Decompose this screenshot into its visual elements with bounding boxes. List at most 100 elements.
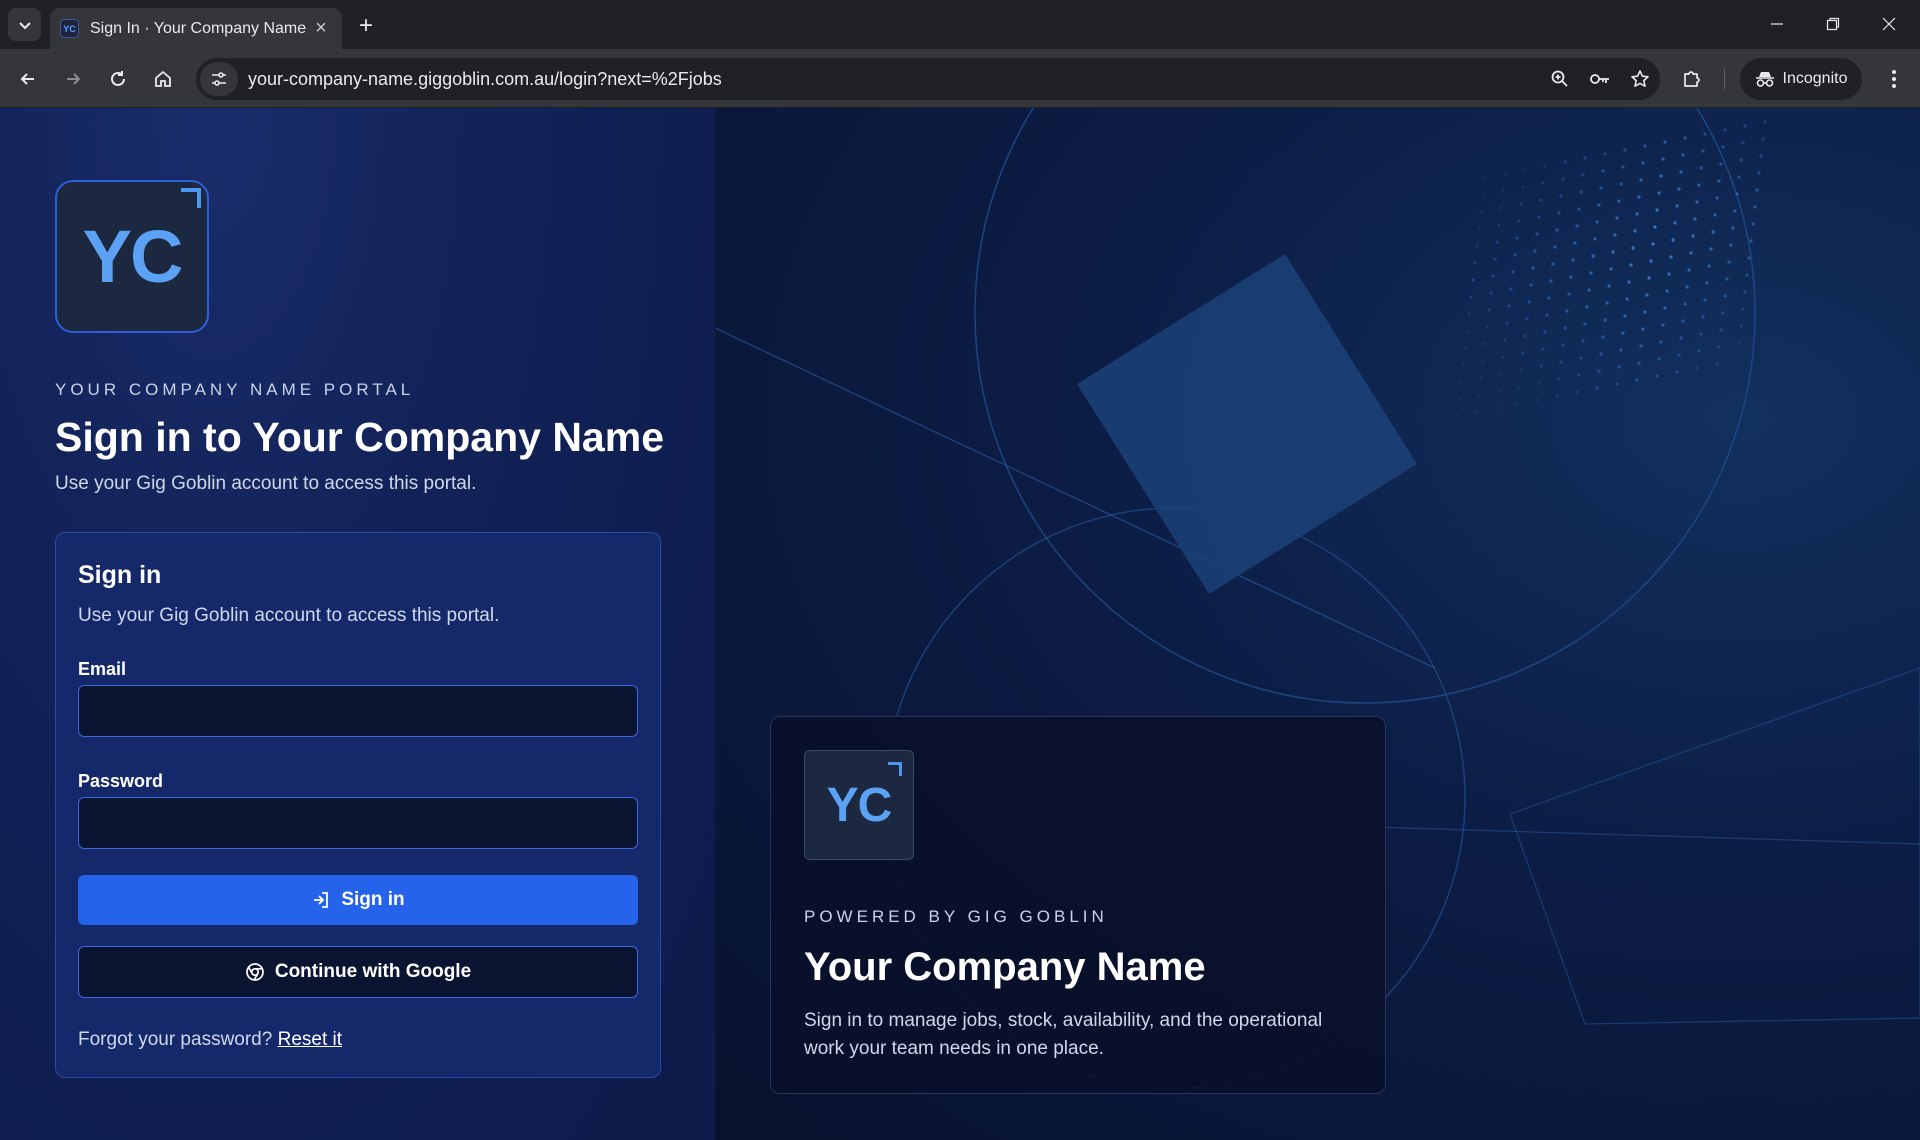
browser-tab-active[interactable]: YC Sign In · Your Company Name × <box>50 8 342 49</box>
bookmark-button[interactable] <box>1620 62 1660 96</box>
decorative-dot <box>1535 232 1539 236</box>
decorative-dot <box>1607 284 1611 288</box>
reload-icon <box>111 71 125 86</box>
url-text[interactable]: your-company-name.giggoblin.com.au/login… <box>248 69 1540 90</box>
decorative-dot <box>1671 238 1675 242</box>
decorative-dot <box>1643 144 1647 148</box>
back-button[interactable] <box>12 63 44 95</box>
decorative-dot <box>1655 208 1659 212</box>
forward-button[interactable] <box>57 63 89 95</box>
address-bar[interactable]: your-company-name.giggoblin.com.au/login… <box>196 58 1660 100</box>
tab-close-icon[interactable]: × <box>310 17 332 40</box>
decorative-dot <box>1663 306 1667 310</box>
decorative-dot <box>1693 217 1697 221</box>
decorative-dot <box>1583 156 1587 160</box>
decorative-dot <box>1521 351 1525 355</box>
decorative-dot <box>1555 228 1559 232</box>
decorative-dot <box>1473 261 1477 265</box>
toolbar-separator <box>1724 69 1725 89</box>
decorative-dot <box>1595 386 1599 390</box>
close-window-button[interactable] <box>1866 10 1912 38</box>
decorative-dot <box>1581 173 1585 177</box>
decorative-dot <box>1629 263 1633 267</box>
minimize-icon <box>1771 23 1783 25</box>
decorative-dot <box>1459 380 1463 384</box>
decorative-dot <box>1539 364 1543 368</box>
tab-search-button[interactable] <box>8 8 41 41</box>
decorative-dot <box>1543 164 1547 168</box>
home-button[interactable] <box>147 63 179 95</box>
decorative-dot <box>1661 323 1665 327</box>
decorative-dot <box>1705 281 1709 285</box>
decorative-dot <box>1609 267 1613 271</box>
zoom-button[interactable] <box>1540 62 1580 96</box>
decorative-dot <box>1541 181 1545 185</box>
decorative-dot <box>1675 204 1679 208</box>
login-icon <box>314 892 329 908</box>
promo-logo-text: YC <box>826 778 893 832</box>
decorative-dot <box>1681 319 1685 323</box>
decorative-dot <box>1469 295 1473 299</box>
password-manager-button[interactable] <box>1580 62 1620 96</box>
decorative-dot <box>1535 398 1539 402</box>
decorative-dot <box>1697 349 1701 353</box>
arrow-right-icon <box>67 73 81 85</box>
decorative-dot <box>1721 311 1725 315</box>
incognito-indicator[interactable]: Incognito <box>1740 58 1862 100</box>
decorative-dot <box>1735 358 1739 362</box>
sign-in-button-label: Sign in <box>341 889 405 910</box>
browser-menu-button[interactable] <box>1878 63 1910 95</box>
decorative-dot <box>1513 253 1517 257</box>
decorative-dot <box>1563 326 1567 330</box>
decorative-dot <box>1487 308 1491 312</box>
decorative-dot <box>1603 152 1607 156</box>
decorative-dot <box>1621 331 1625 335</box>
chrome-icon <box>245 963 264 981</box>
sign-in-button[interactable]: Sign in <box>78 875 638 925</box>
decorative-dot <box>1467 312 1471 316</box>
decorative-dot <box>1749 239 1753 243</box>
decorative-dot <box>1471 278 1475 282</box>
restore-icon <box>1826 17 1840 31</box>
decorative-dot <box>1561 343 1565 347</box>
decorative-dot <box>1679 170 1683 174</box>
decorative-dot <box>1515 236 1519 240</box>
decorative-dot <box>1485 325 1489 329</box>
restore-button[interactable] <box>1810 10 1856 38</box>
decorative-dot <box>1737 341 1741 345</box>
site-info-button[interactable] <box>200 62 238 96</box>
decorative-dot <box>1739 324 1743 328</box>
minimize-button[interactable] <box>1754 10 1800 38</box>
decorative-dot <box>1497 223 1501 227</box>
promo-description: Sign in to manage jobs, stock, availabil… <box>804 1010 1323 1059</box>
decorative-dot <box>1559 360 1563 364</box>
reset-password-link[interactable]: Reset it <box>278 1029 342 1050</box>
decorative-dot <box>1547 296 1551 300</box>
sign-in-card: Sign in Use your Gig Goblin account to a… <box>55 532 661 1078</box>
google-button-label: Continue with Google <box>274 961 472 982</box>
promo-eyebrow: POWERED BY GIG GOBLIN <box>804 907 1108 926</box>
page-subtitle: Use your Gig Goblin account to access th… <box>55 473 477 494</box>
decorative-dot <box>1675 370 1679 374</box>
google-sign-in-button[interactable]: Continue with Google <box>78 946 638 998</box>
reload-button[interactable] <box>102 63 134 95</box>
decorative-dot <box>1743 124 1747 128</box>
decorative-dot <box>1645 293 1649 297</box>
decorative-dot <box>1519 202 1523 206</box>
decorative-dot <box>1555 394 1559 398</box>
email-field[interactable] <box>78 685 638 737</box>
decorative-dot <box>1529 283 1533 287</box>
decorative-dot <box>1491 274 1495 278</box>
decorative-dot <box>1659 340 1663 344</box>
card-subtitle: Use your Gig Goblin account to access th… <box>78 605 500 626</box>
decorative-dot <box>1565 309 1569 313</box>
extensions-button[interactable] <box>1676 63 1708 95</box>
decorative-dot <box>1519 368 1523 372</box>
new-tab-button[interactable]: + <box>352 12 380 40</box>
decorative-dot <box>1475 244 1479 248</box>
decorative-dot <box>1721 145 1725 149</box>
decorative-dot <box>1753 205 1757 209</box>
decorative-dot <box>1619 348 1623 352</box>
decorative-dot <box>1483 342 1487 346</box>
password-field[interactable] <box>78 797 638 849</box>
